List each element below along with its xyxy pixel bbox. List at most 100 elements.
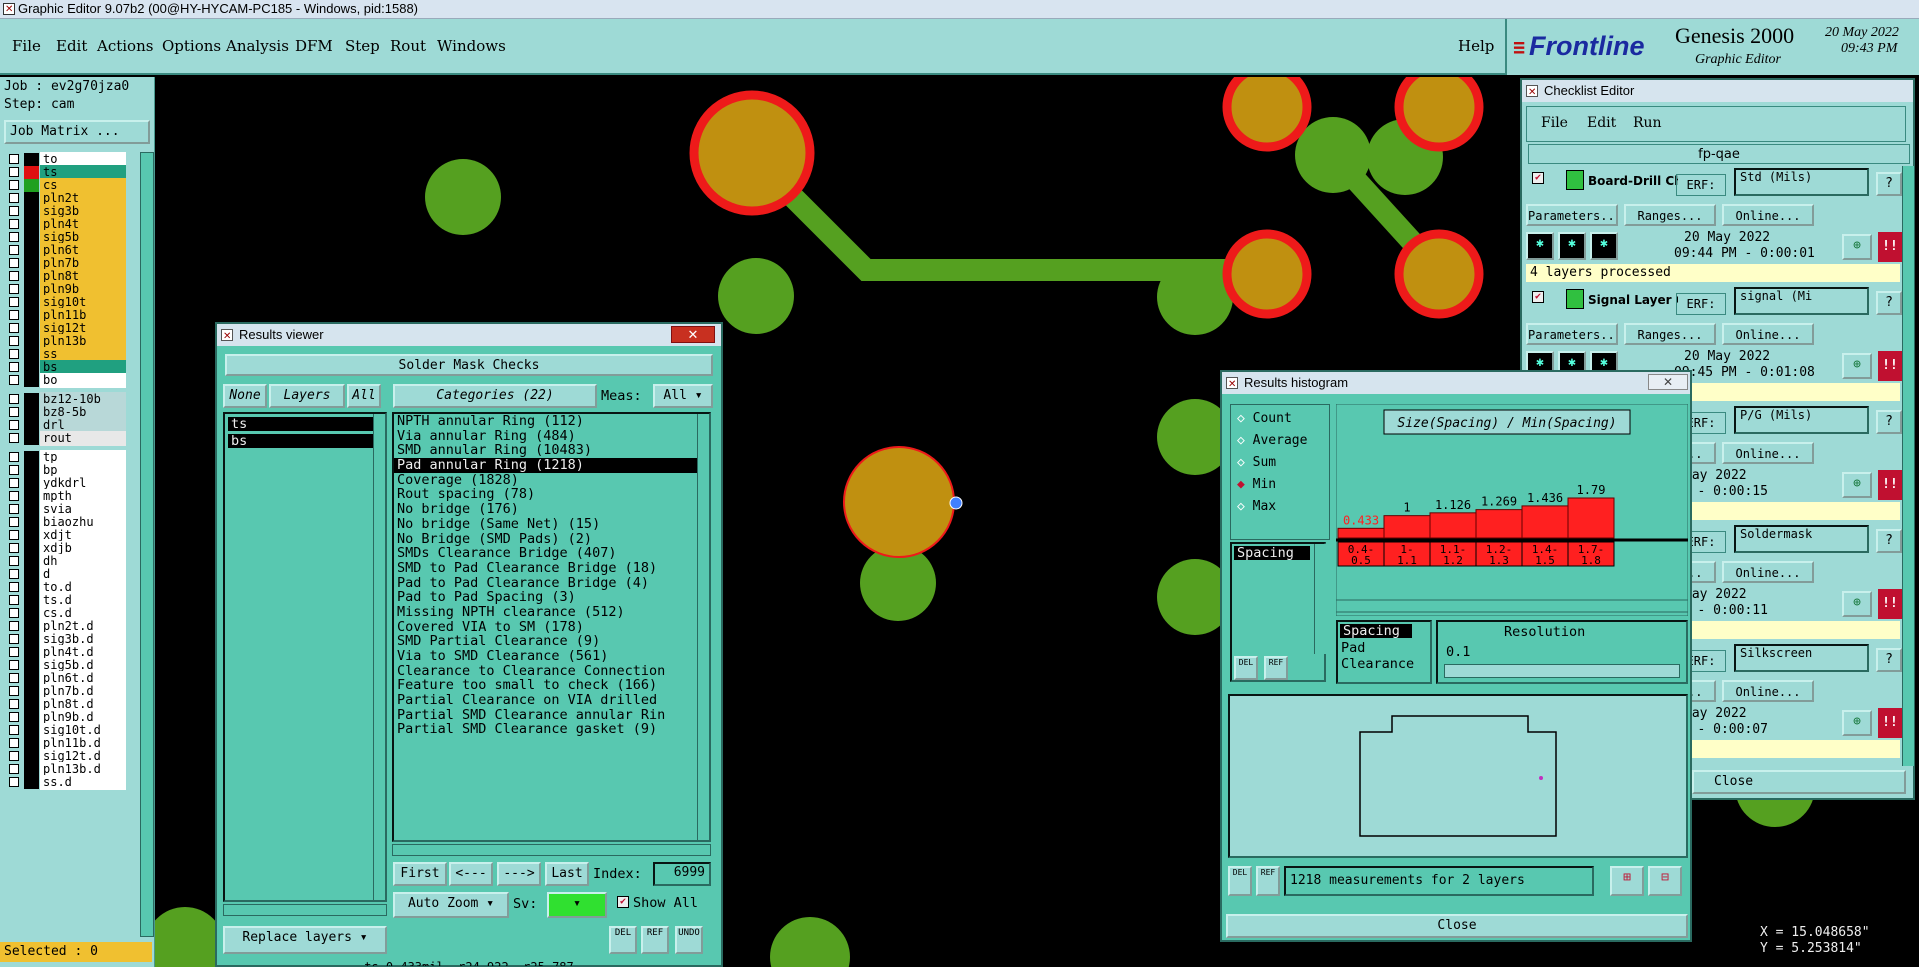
ranges-button[interactable]: Ranges... <box>1624 323 1716 345</box>
layer-row-rout[interactable]: rout <box>6 431 126 446</box>
check-enable-checkbox[interactable]: ✔ <box>1532 291 1544 303</box>
layer-checkbox[interactable] <box>9 634 19 644</box>
checklist-menu-run[interactable]: Run <box>1633 115 1662 131</box>
measure-pad[interactable]: Pad <box>1338 640 1430 656</box>
layer-checkbox[interactable] <box>9 764 19 774</box>
layer-checkbox[interactable] <box>9 271 19 281</box>
checklist-menu-file[interactable]: File <box>1541 115 1568 131</box>
layer-checkbox[interactable] <box>9 452 19 462</box>
histogram-close-button[interactable]: Close <box>1226 914 1688 938</box>
layer-checkbox[interactable] <box>9 673 19 683</box>
layer-checkbox[interactable] <box>9 245 19 255</box>
erf-value[interactable]: signal (Mi <box>1734 287 1869 315</box>
checklist-scrollbar[interactable] <box>1902 166 1914 766</box>
layer-row-ss.d[interactable]: ss.d <box>6 775 126 790</box>
all-button[interactable]: All <box>347 384 381 408</box>
radio-icon[interactable]: ◇ <box>1237 499 1253 514</box>
mode-sum[interactable]: ◇ Sum <box>1237 453 1276 473</box>
help-icon[interactable]: ? <box>1876 529 1902 553</box>
layer-checkbox[interactable] <box>9 777 19 787</box>
online-button[interactable]: Online... <box>1722 680 1814 702</box>
layer-checkbox[interactable] <box>9 712 19 722</box>
layer-checkbox[interactable] <box>9 420 19 430</box>
layer-item-bs[interactable]: bs <box>228 434 382 448</box>
category-item[interactable]: SMD Partial Clearance (9) <box>394 634 709 649</box>
category-item[interactable]: Pad to Pad Clearance Bridge (4) <box>394 576 709 591</box>
online-button[interactable]: Online... <box>1722 204 1814 226</box>
layer-checkbox[interactable] <box>9 751 19 761</box>
layer-checkbox[interactable] <box>9 310 19 320</box>
category-item[interactable]: Missing NPTH clearance (512) <box>394 605 709 620</box>
zoom-icon[interactable]: ⊕ <box>1842 591 1872 617</box>
prev-button[interactable]: <--- <box>449 862 493 886</box>
category-item[interactable]: No bridge (176) <box>394 502 709 517</box>
layer-name[interactable]: bo <box>40 373 126 388</box>
mode-count[interactable]: ◇ Count <box>1237 409 1292 429</box>
layer-checkbox[interactable] <box>9 699 19 709</box>
layers-scrollbar[interactable] <box>373 414 385 900</box>
mode-max[interactable]: ◇ Max <box>1237 497 1276 517</box>
layer-checkbox[interactable] <box>9 433 19 443</box>
layer-checkbox[interactable] <box>9 478 19 488</box>
run-icon[interactable]: ✱ <box>1526 232 1554 260</box>
layer-checkbox[interactable] <box>9 206 19 216</box>
close-icon[interactable]: ✕ <box>1648 374 1688 390</box>
run-icon[interactable]: ✱ <box>1590 232 1618 260</box>
layer-checkbox[interactable] <box>9 725 19 735</box>
parameters-button[interactable]: Parameters... <box>1526 323 1618 345</box>
meas-dropdown[interactable]: All ▾ <box>653 384 713 408</box>
layer-checkbox[interactable] <box>9 297 19 307</box>
radio-icon[interactable]: ◇ <box>1237 411 1253 426</box>
layer-checkbox[interactable] <box>9 362 19 372</box>
category-item[interactable]: No Bridge (SMD Pads) (2) <box>394 532 709 547</box>
resolution-slider[interactable] <box>1444 664 1680 678</box>
category-item[interactable]: Pad to Pad Spacing (3) <box>394 590 709 605</box>
alert-icon[interactable]: !! <box>1878 589 1902 619</box>
none-button[interactable]: None <box>223 384 267 408</box>
category-item[interactable]: No bridge (Same Net) (15) <box>394 517 709 532</box>
zoom-icon[interactable]: ⊕ <box>1842 710 1872 736</box>
layer-checkbox[interactable] <box>9 504 19 514</box>
last-button[interactable]: Last <box>545 862 589 886</box>
del-button[interactable]: DEL <box>609 926 637 954</box>
layer-checkbox[interactable] <box>9 375 19 385</box>
category-item[interactable]: Partial SMD Clearance gasket (9) <box>394 722 709 737</box>
preview-ref-button[interactable]: REF <box>1256 866 1280 896</box>
layer-checkbox[interactable] <box>9 349 19 359</box>
menu-actions[interactable]: Actions <box>97 37 153 55</box>
checklist-menu-edit[interactable]: Edit <box>1587 115 1616 131</box>
layer-checkbox[interactable] <box>9 686 19 696</box>
ref-button[interactable]: REF <box>641 926 669 954</box>
zoom-icon[interactable]: ⊕ <box>1842 353 1872 379</box>
alert-icon[interactable]: !! <box>1878 708 1902 738</box>
layer-item-ts[interactable]: ts <box>228 417 382 431</box>
radio-icon[interactable]: ◆ <box>1237 477 1253 492</box>
category-item[interactable]: Partial SMD Clearance annular Rin <box>394 708 709 723</box>
check-enable-checkbox[interactable]: ✔ <box>1532 172 1544 184</box>
erf-value[interactable]: Soldermask <box>1734 525 1869 553</box>
layers-button[interactable]: Layers <box>269 384 345 408</box>
run-icon[interactable]: ✱ <box>1558 232 1586 260</box>
help-icon[interactable]: ? <box>1876 291 1902 315</box>
layer-checkbox[interactable] <box>9 647 19 657</box>
menu-edit[interactable]: Edit <box>56 37 87 55</box>
layer-checkbox[interactable] <box>9 167 19 177</box>
layer-checkbox[interactable] <box>9 582 19 592</box>
next-button[interactable]: ---> <box>497 862 541 886</box>
erf-value[interactable]: P/G (Mils) <box>1734 406 1869 434</box>
layer-checkbox[interactable] <box>9 232 19 242</box>
category-item[interactable]: SMD annular Ring (10483) <box>394 443 709 458</box>
layer-checkbox[interactable] <box>9 595 19 605</box>
first-button[interactable]: First <box>393 862 447 886</box>
online-button[interactable]: Online... <box>1722 561 1814 583</box>
layer-checkbox[interactable] <box>9 517 19 527</box>
mode-min[interactable]: ◆ Min <box>1237 475 1276 495</box>
radio-icon[interactable]: ◇ <box>1237 455 1253 470</box>
category-item[interactable]: Feature too small to check (166) <box>394 678 709 693</box>
category-item[interactable]: Partial Clearance on VIA drilled <box>394 693 709 708</box>
layer-checkbox[interactable] <box>9 394 19 404</box>
layer-checkbox[interactable] <box>9 530 19 540</box>
online-button[interactable]: Online... <box>1722 442 1814 464</box>
menu-windows[interactable]: Windows <box>437 37 506 55</box>
replace-layers-dropdown[interactable]: Replace layers ▾ <box>223 926 387 954</box>
